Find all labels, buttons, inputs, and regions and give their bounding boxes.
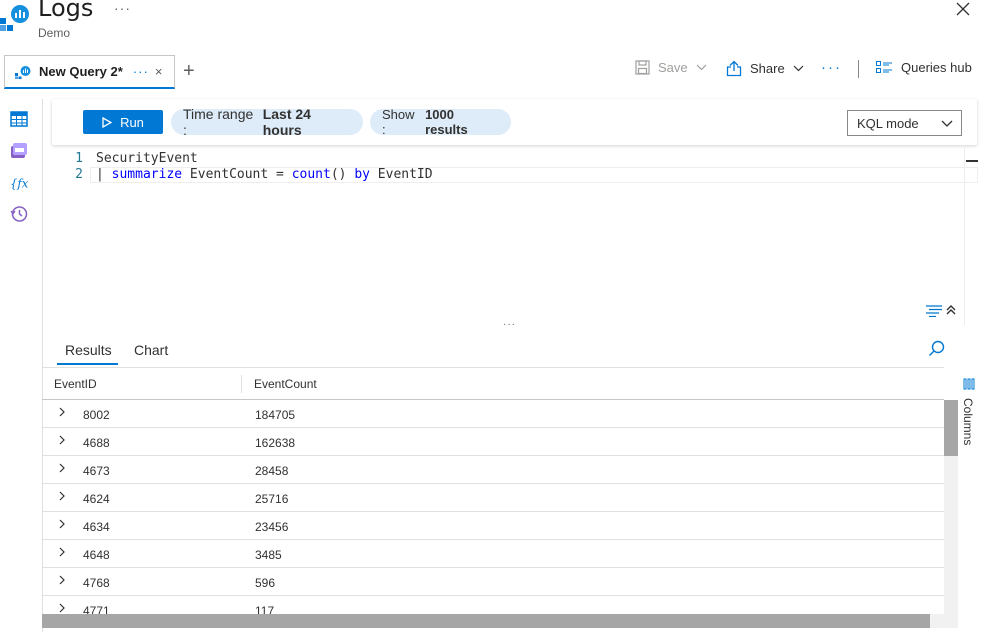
svg-text:{fx}: {fx} [10, 177, 28, 191]
code-line-1[interactable]: SecurityEvent [96, 151, 198, 166]
time-range-value: Last 24 hours [262, 106, 311, 138]
column-header-eventid[interactable]: EventID [54, 377, 97, 391]
chevron-right-icon[interactable] [58, 462, 66, 474]
share-icon [726, 60, 742, 77]
cell-eventcount: 3485 [255, 548, 282, 562]
cell-eventid: 4673 [83, 464, 110, 478]
tables-icon[interactable] [10, 110, 28, 128]
code-pipe: | [96, 167, 112, 182]
toolbar-divider [858, 60, 859, 78]
queries-hub-button[interactable]: Queries hub [876, 60, 972, 75]
table-row[interactable]: 4624 25716 [42, 484, 944, 512]
cell-eventcount: 25716 [255, 492, 289, 506]
chevron-right-icon[interactable] [58, 434, 66, 446]
editor-scrollbar-track[interactable] [964, 145, 965, 325]
cell-eventid: 4768 [83, 576, 110, 590]
share-button[interactable]: Share [726, 60, 812, 77]
queries-hub-label: Queries hub [901, 60, 972, 75]
kql-mode-dropdown[interactable]: KQL mode [847, 110, 962, 136]
vertical-scroll-thumb[interactable] [944, 400, 958, 456]
cell-eventcount: 23456 [255, 520, 289, 534]
close-icon[interactable] [954, 0, 972, 18]
code-table-name: SecurityEvent [96, 151, 198, 166]
time-range-prefix: Time range : [183, 106, 254, 138]
chevron-down-icon [793, 65, 804, 72]
queries-icon[interactable] [10, 142, 28, 160]
tab-close-button[interactable]: × [155, 64, 163, 79]
queries-hub-icon [876, 60, 892, 73]
code-text: EventCount = [182, 167, 292, 182]
tab-chart[interactable]: Chart [134, 342, 168, 358]
code-text: () [330, 167, 355, 182]
title-more-button[interactable]: ··· [114, 0, 131, 16]
chevron-right-icon[interactable] [58, 546, 66, 558]
format-collapse-icon[interactable] [926, 303, 960, 317]
columns-panel-toggle[interactable]: Columns [961, 398, 975, 445]
add-tab-button[interactable]: + [183, 60, 195, 83]
chevron-right-icon[interactable] [58, 602, 66, 614]
cell-eventid: 4688 [83, 436, 110, 450]
tab-new-query-2[interactable]: New Query 2* ··· × [4, 55, 175, 89]
horizontal-scroll-thumb[interactable] [42, 614, 930, 628]
line-number: 2 [75, 167, 83, 182]
tab-more-button[interactable]: ··· [133, 64, 149, 79]
chevron-right-icon[interactable] [58, 518, 66, 530]
chevron-down-icon [941, 120, 953, 127]
cell-eventid: 4648 [83, 548, 110, 562]
code-keyword: count [291, 167, 331, 182]
workspace-subtitle: Demo [38, 26, 71, 40]
query-history-icon[interactable] [10, 205, 28, 223]
table-row[interactable]: 8002 184705 [42, 400, 944, 428]
show-value: 1000 results [425, 107, 468, 137]
result-limit-picker[interactable]: Show : 1000 results [370, 107, 511, 137]
save-icon [635, 60, 650, 75]
run-label: Run [120, 114, 144, 130]
search-icon[interactable] [928, 340, 946, 358]
code-keyword: by [354, 167, 370, 182]
column-header-eventcount[interactable]: EventCount [254, 377, 317, 391]
run-button[interactable]: Run [83, 110, 163, 134]
active-tab-indicator [57, 363, 118, 365]
code-keyword: summarize [111, 167, 183, 182]
code-text: EventID [369, 167, 433, 182]
query-tab-icon [15, 65, 31, 79]
code-line-2[interactable]: | summarize EventCount = count() by Even… [96, 167, 433, 182]
cell-eventid: 8002 [83, 408, 110, 422]
cell-eventcount: 184705 [255, 408, 296, 422]
chevron-right-icon[interactable] [58, 406, 66, 418]
cell-eventcount: 162638 [255, 436, 296, 450]
cell-eventid: 4624 [83, 492, 110, 506]
table-row[interactable]: 4634 23456 [42, 512, 944, 540]
save-button[interactable]: Save [635, 60, 715, 75]
results-grid-header [42, 367, 944, 400]
editor-overview-marker [966, 160, 978, 162]
page-title: Logs [38, 0, 94, 22]
save-label: Save [658, 60, 688, 75]
show-prefix: Show : [382, 107, 415, 137]
play-icon [102, 116, 113, 128]
column-divider[interactable] [241, 375, 242, 393]
time-range-picker[interactable]: Time range : Last 24 hours [171, 106, 363, 138]
cell-eventcount: 596 [255, 576, 276, 590]
cell-eventcount: 28458 [255, 464, 289, 478]
line-number: 1 [75, 151, 83, 166]
functions-icon[interactable]: {fx} [10, 174, 28, 192]
chevron-right-icon[interactable] [58, 490, 66, 502]
log-analytics-logo-icon [0, 5, 29, 31]
table-row[interactable]: 4673 28458 [42, 456, 944, 484]
table-row[interactable]: 4648 3485 [42, 540, 944, 568]
chevron-down-icon [696, 64, 707, 71]
cell-eventid: 4634 [83, 520, 110, 534]
share-label: Share [750, 61, 785, 76]
tab-results[interactable]: Results [65, 342, 112, 358]
columns-icon[interactable] [960, 378, 978, 390]
table-row[interactable]: 4688 162638 [42, 428, 944, 456]
table-row[interactable]: 4768 596 [42, 568, 944, 596]
more-actions-button[interactable]: ··· [821, 59, 842, 76]
chevron-right-icon[interactable] [58, 574, 66, 586]
tab-label: New Query 2* [39, 64, 123, 79]
kql-mode-value: KQL mode [857, 115, 919, 131]
